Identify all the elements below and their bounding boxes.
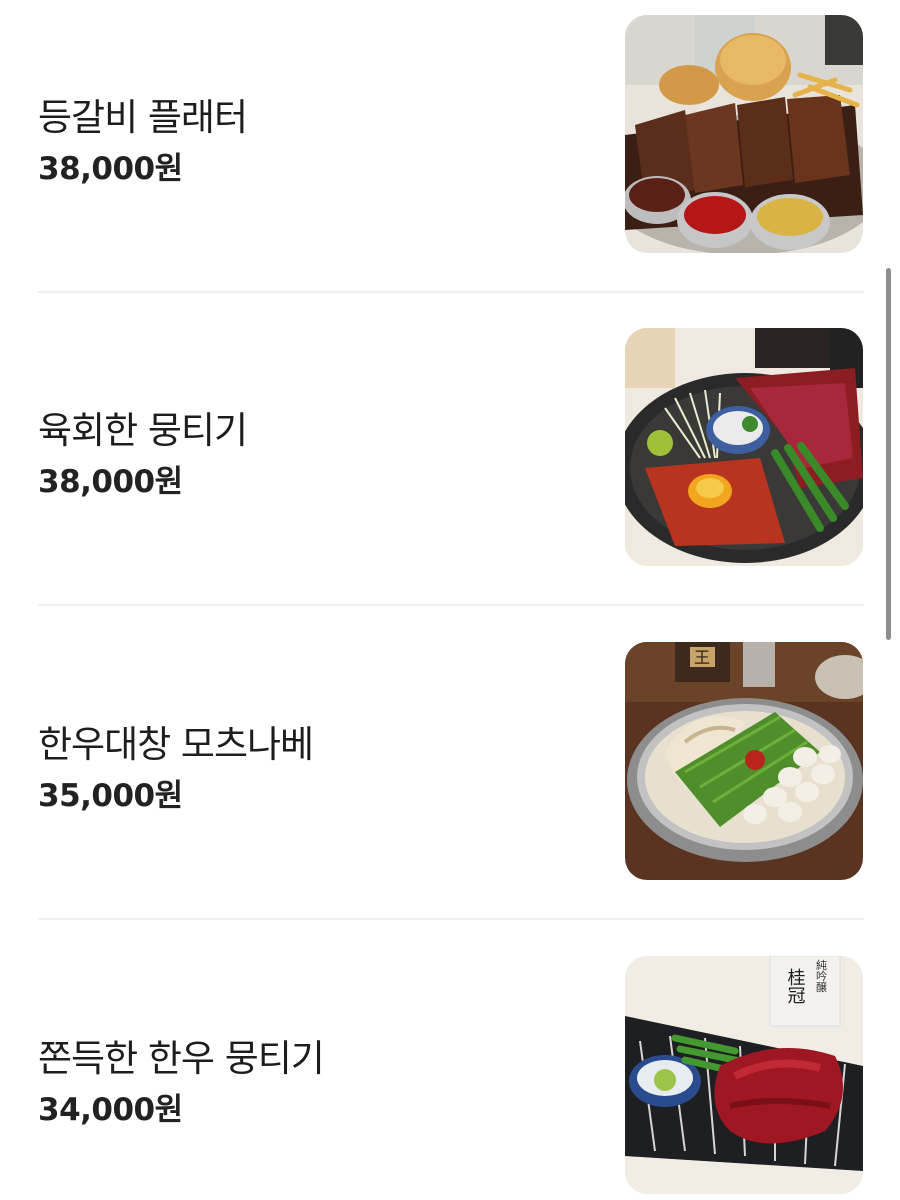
divider (38, 291, 864, 293)
menu-item-name: 육회한 뭉티기 (38, 409, 248, 452)
grilled-ribs-platter-photo[interactable] (625, 15, 863, 253)
sake-label-top: 純吟醸 (815, 959, 828, 993)
beef-tartare-platter-photo[interactable] (625, 328, 863, 566)
bottle-label: 王 (694, 648, 710, 667)
divider (38, 918, 864, 920)
menu-item-price: 34,000원 (38, 1092, 183, 1128)
raw-beef-slices-photo[interactable]: 純吟醸 桂冠 (625, 956, 863, 1194)
menu-list: 등갈비 플래터 38,000원 육회한 뭉티기 38,000원 한우대창 모츠나… (0, 0, 900, 1200)
menu-item[interactable]: 한우대창 모츠나베 35,000원 王 (38, 642, 864, 882)
menu-item[interactable]: 등갈비 플래터 38,000원 (38, 15, 864, 255)
menu-item[interactable]: 육회한 뭉티기 38,000원 (38, 328, 864, 568)
menu-item-price: 35,000원 (38, 778, 183, 814)
menu-item[interactable]: 쫀득한 한우 뭉티기 34,000원 純吟醸 桂冠 (38, 956, 864, 1196)
menu-item-name: 등갈비 플래터 (38, 96, 248, 139)
menu-item-price: 38,000원 (38, 464, 183, 500)
menu-item-price: 38,000원 (38, 151, 183, 187)
scrollbar[interactable] (886, 268, 891, 640)
sake-label-main: 桂冠 (785, 968, 806, 1004)
menu-item-name: 한우대창 모츠나베 (38, 723, 314, 766)
motsunabe-hotpot-photo[interactable]: 王 (625, 642, 863, 880)
divider (38, 604, 864, 606)
menu-item-name: 쫀득한 한우 뭉티기 (38, 1037, 325, 1080)
